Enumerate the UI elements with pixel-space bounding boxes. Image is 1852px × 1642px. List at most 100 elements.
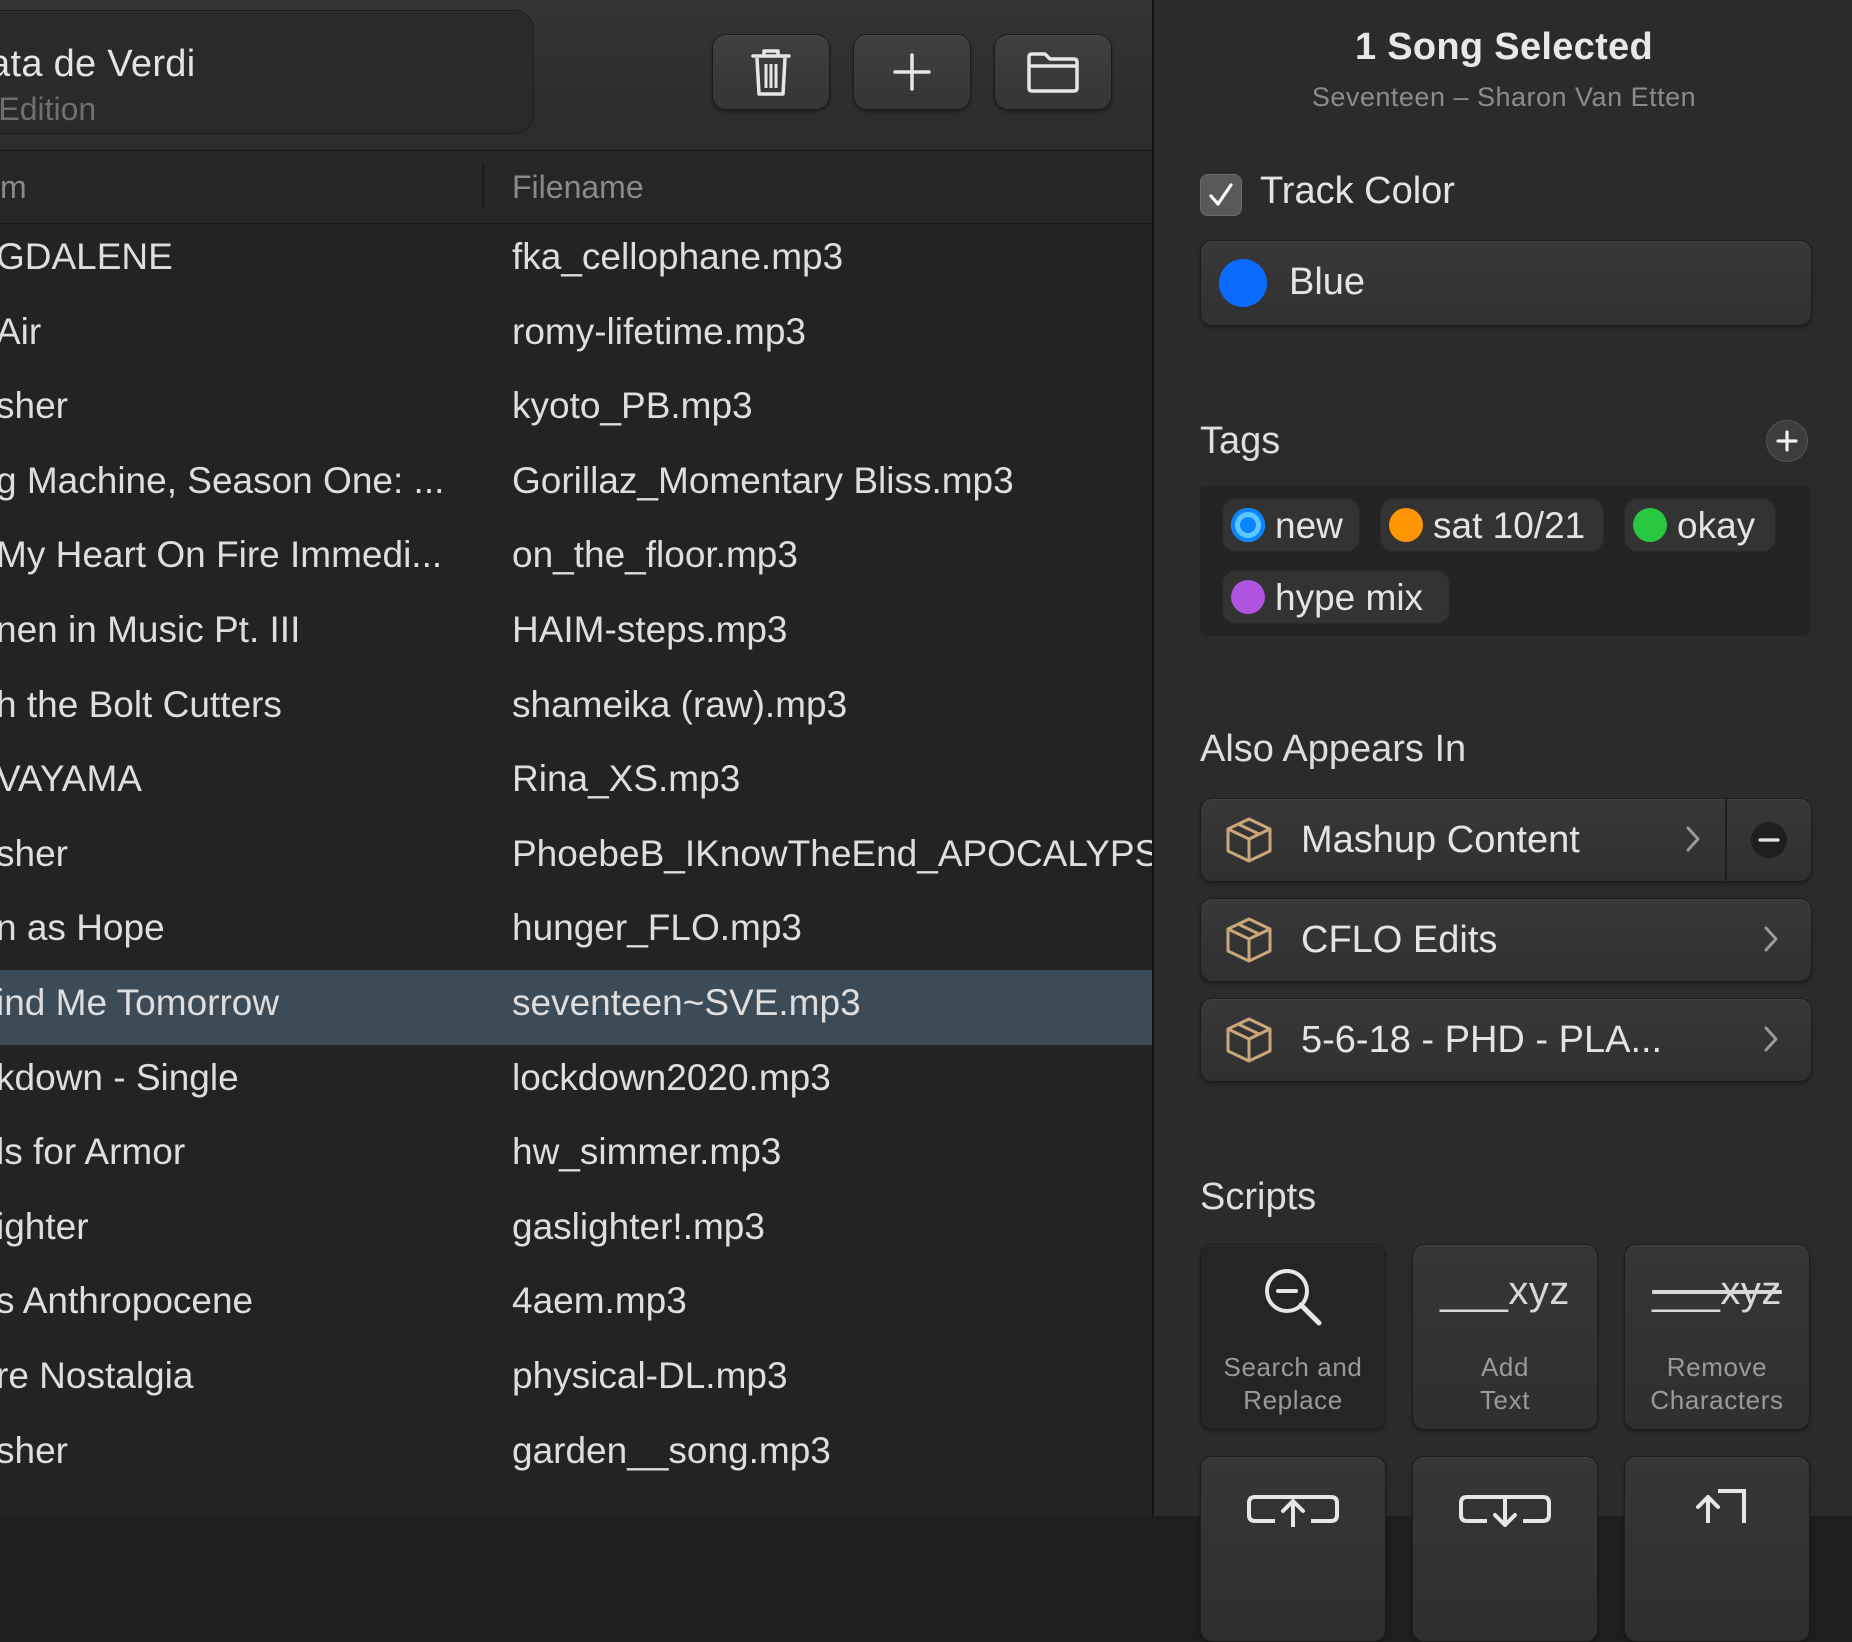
box-icon — [1226, 1017, 1272, 1063]
remove-characters-button[interactable]: ___xyz Remove Characters — [1624, 1244, 1810, 1430]
track-color-select[interactable]: Blue — [1200, 240, 1812, 326]
tag-color-dot — [1633, 508, 1667, 542]
color-swatch — [1219, 259, 1267, 307]
album-cell: n as Hope — [0, 907, 165, 949]
upload-icon — [1247, 1495, 1339, 1527]
open-folder-button[interactable] — [994, 34, 1112, 110]
tag-color-dot — [1231, 580, 1265, 614]
add-text-button[interactable]: ___xyz Add Text — [1412, 1244, 1598, 1430]
table-row[interactable]: h the Bolt Cutters shameika (raw).mp3 — [0, 672, 1152, 747]
playlist-link-row[interactable]: 5-6-18 - PHD - PLA... — [1200, 998, 1812, 1082]
album-cell: sher — [0, 832, 68, 874]
track-color-checkbox[interactable] — [1200, 174, 1242, 216]
filename-cell: gaslighter!.mp3 — [512, 1205, 765, 1247]
toolbar: viata de Verdi ar Edition — [0, 0, 1152, 151]
album-cell: My Heart On Fire Immedi... — [0, 534, 443, 576]
tag-chip[interactable]: new — [1222, 498, 1360, 552]
table-row[interactable]: sher garden__song.mp3 — [0, 1418, 1152, 1493]
script-label-line: Search and — [1223, 1352, 1363, 1382]
tag-label: hype mix — [1275, 577, 1424, 618]
table-row[interactable]: My Heart On Fire Immedi... on_the_floor.m… — [0, 522, 1152, 597]
tag-label: okay — [1677, 505, 1756, 546]
album-cell: sher — [0, 385, 68, 427]
scripts-heading: Scripts — [1200, 1176, 1317, 1218]
script-label: Remove Characters — [1625, 1351, 1809, 1417]
filename-cell: shameika (raw).mp3 — [512, 683, 848, 725]
filename-cell: 4aem.mp3 — [512, 1280, 687, 1322]
delete-button[interactable] — [712, 34, 830, 110]
table-row[interactable]: sher PhoebeB_IKnowTheEnd_APOCALYPSE — [0, 821, 1152, 896]
import-script-button[interactable] — [1412, 1456, 1598, 1642]
column-header-filename[interactable]: Filename — [512, 169, 644, 206]
table-row-selected[interactable]: ind Me Tomorrow seventeen~SVE.mp3 — [0, 969, 1152, 1045]
add-tag-button[interactable] — [1766, 420, 1808, 462]
album-cell: nen in Music Pt. III — [0, 608, 301, 650]
table-row[interactable]: g Machine, Season One: ... Gorillaz_Momen… — [0, 448, 1152, 523]
script-label-line: Replace — [1243, 1385, 1343, 1415]
song-list-pane: viata de Verdi ar Edition m Filena — [0, 0, 1152, 1516]
script-label-line: Remove — [1666, 1352, 1768, 1382]
chevron-right-icon — [1764, 926, 1778, 952]
move-script-button[interactable] — [1624, 1456, 1810, 1642]
tag-color-dot — [1231, 508, 1265, 542]
table-row[interactable]: re Nostalgia physical-DL.mp3 — [0, 1343, 1152, 1418]
export-script-button[interactable] — [1200, 1456, 1386, 1642]
table-row[interactable]: nen in Music Pt. III HAIM-steps.mp3 — [0, 597, 1152, 672]
filename-cell: Rina_XS.mp3 — [512, 758, 741, 800]
search-replace-icon — [1265, 1269, 1322, 1326]
box-icon — [1226, 917, 1272, 963]
script-label: Add Text — [1413, 1351, 1597, 1417]
table-row[interactable]: kdown - Single lockdown2020.mp3 — [0, 1045, 1152, 1120]
selection-title: 1 Song Selected — [1354, 26, 1654, 68]
tags-container: new sat 10/21 okay hype mix — [1200, 486, 1810, 636]
album-cell: VAYAMA — [0, 758, 142, 800]
filename-cell: kyoto_PB.mp3 — [512, 385, 753, 427]
tags-heading: Tags — [1200, 420, 1281, 462]
remove-characters-icon: ___xyz — [1652, 1269, 1782, 1313]
playlist-title-field[interactable]: viata de Verdi ar Edition — [0, 10, 534, 134]
track-color-label: Track Color — [1260, 170, 1455, 212]
table-row[interactable]: sher kyoto_PB.mp3 — [0, 373, 1152, 448]
folder-icon — [1027, 52, 1079, 93]
box-icon — [1226, 817, 1272, 863]
song-table: GDALENE fka_cellophane.mp3 Air romy-lifetim… — [0, 224, 1152, 1492]
tag-chip[interactable]: sat 10/21 — [1380, 498, 1604, 552]
arrow-out-icon — [1696, 1489, 1746, 1523]
table-row[interactable]: Air romy-lifetime.mp3 — [0, 299, 1152, 374]
table-row[interactable]: VAYAMA Rina_XS.mp3 — [0, 746, 1152, 821]
filename-cell: on_the_floor.mp3 — [512, 534, 798, 576]
column-header: m Filename — [0, 151, 1152, 224]
chevron-right-icon — [1686, 826, 1700, 852]
filename-cell: hw_simmer.mp3 — [512, 1131, 782, 1173]
script-label-line: Characters — [1650, 1385, 1784, 1415]
remove-from-playlist-button[interactable] — [1751, 822, 1787, 858]
album-cell: re Nostalgia — [0, 1354, 194, 1396]
album-cell: g Machine, Season One: ... — [0, 459, 445, 501]
add-button[interactable] — [853, 34, 971, 110]
playlist-link-row[interactable]: CFLO Edits — [1200, 898, 1812, 982]
table-row[interactable]: ls for Armor hw_simmer.mp3 — [0, 1119, 1152, 1194]
table-row[interactable]: ighter gaslighter!.mp3 — [0, 1194, 1152, 1269]
tag-color-dot — [1389, 508, 1423, 542]
playlist-subtitle: ar Edition — [0, 91, 97, 127]
search-and-replace-button[interactable]: Search and Replace — [1200, 1244, 1386, 1430]
album-cell: ls for Armor — [0, 1131, 186, 1173]
column-divider[interactable] — [482, 165, 484, 209]
album-cell: Air — [0, 310, 42, 352]
tag-chip[interactable]: hype mix — [1222, 570, 1450, 624]
add-text-icon: ___xyz — [1440, 1269, 1570, 1313]
plus-icon — [893, 53, 931, 91]
album-cell: kdown - Single — [0, 1056, 239, 1098]
tag-chip[interactable]: okay — [1624, 498, 1776, 552]
table-row[interactable]: GDALENE fka_cellophane.mp3 — [0, 224, 1152, 299]
filename-cell: garden__song.mp3 — [512, 1429, 831, 1471]
inspector-pane: 1 Song Selected Seventeen – Sharon Van E… — [1152, 0, 1852, 1642]
plus-icon — [1776, 430, 1798, 452]
table-row[interactable]: s Anthropocene 4aem.mp3 — [0, 1268, 1152, 1343]
playlist-link-row[interactable]: Mashup Content — [1200, 798, 1812, 882]
table-row[interactable]: n as Hope hunger_FLO.mp3 — [0, 895, 1152, 970]
script-label: Search and Replace — [1201, 1351, 1385, 1417]
column-header-album[interactable]: m — [0, 169, 27, 206]
filename-cell: HAIM-steps.mp3 — [512, 608, 788, 650]
filename-cell: lockdown2020.mp3 — [512, 1056, 831, 1098]
